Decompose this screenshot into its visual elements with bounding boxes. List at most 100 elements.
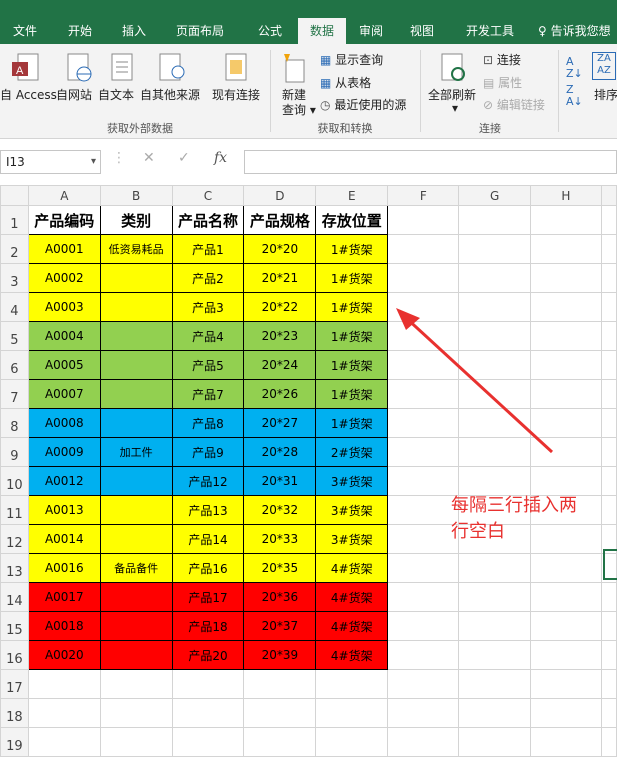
insert-function-icon[interactable]: fx: [214, 150, 227, 166]
cell[interactable]: [387, 263, 460, 293]
row-header[interactable]: 8: [0, 408, 29, 438]
column-header[interactable]: D: [243, 185, 317, 206]
cell[interactable]: A0013: [27, 495, 101, 525]
cell[interactable]: 3#货架: [315, 495, 389, 525]
column-header[interactable]: [601, 185, 617, 206]
cell[interactable]: [601, 263, 617, 293]
column-header[interactable]: H: [529, 185, 603, 206]
cell[interactable]: 20*37: [243, 611, 317, 641]
row-header[interactable]: 13: [0, 553, 29, 583]
cell[interactable]: [387, 524, 460, 554]
cell[interactable]: [99, 582, 173, 612]
from-text-button[interactable]: 自文本: [98, 86, 134, 103]
cell[interactable]: [529, 466, 603, 496]
tab-file[interactable]: 文件: [0, 18, 50, 44]
cell[interactable]: [99, 669, 173, 699]
cell[interactable]: [315, 669, 389, 699]
select-all-corner[interactable]: [0, 185, 29, 206]
cell[interactable]: [458, 727, 531, 757]
column-header[interactable]: F: [387, 185, 460, 206]
cell[interactable]: [601, 379, 617, 409]
cell[interactable]: 20*32: [243, 495, 317, 525]
cell[interactable]: A0012: [27, 466, 101, 496]
cell[interactable]: 产品14: [171, 524, 245, 554]
cell[interactable]: [529, 234, 603, 264]
cell[interactable]: 1#货架: [315, 408, 389, 438]
tab-developer[interactable]: 开发工具: [448, 18, 532, 44]
cell[interactable]: A0001: [27, 234, 101, 264]
cell[interactable]: 3#货架: [315, 466, 389, 496]
cell[interactable]: [458, 466, 531, 496]
row-header[interactable]: 7: [0, 379, 29, 409]
cell[interactable]: 1#货架: [315, 292, 389, 322]
cell[interactable]: [458, 582, 531, 612]
from-web-button[interactable]: 自网站: [56, 86, 92, 103]
cell[interactable]: [387, 669, 460, 699]
cell[interactable]: 产品12: [171, 466, 245, 496]
tab-home[interactable]: 开始: [50, 18, 110, 44]
cell[interactable]: A0020: [27, 640, 101, 670]
cell[interactable]: 1#货架: [315, 350, 389, 380]
row-header[interactable]: 9: [0, 437, 29, 467]
cell[interactable]: A0008: [27, 408, 101, 438]
cell[interactable]: 4#货架: [315, 582, 389, 612]
cell[interactable]: 20*23: [243, 321, 317, 351]
cell[interactable]: [601, 466, 617, 496]
row-header[interactable]: 16: [0, 640, 29, 670]
cell[interactable]: [99, 698, 173, 728]
cell[interactable]: 4#货架: [315, 640, 389, 670]
sort-descending-icon[interactable]: Z A↓: [566, 84, 583, 108]
cell[interactable]: [99, 292, 173, 322]
cell[interactable]: [458, 640, 531, 670]
cell[interactable]: [601, 350, 617, 380]
cell[interactable]: 产品16: [171, 553, 245, 583]
cell[interactable]: 20*28: [243, 437, 317, 467]
cell[interactable]: [99, 263, 173, 293]
cell[interactable]: 1#货架: [315, 234, 389, 264]
column-header[interactable]: A: [27, 185, 101, 206]
cell[interactable]: [458, 669, 531, 699]
cell[interactable]: [601, 495, 617, 525]
cell[interactable]: [387, 640, 460, 670]
header-cell[interactable]: 产品名称: [171, 205, 245, 235]
cell[interactable]: 2#货架: [315, 437, 389, 467]
tab-page-layout[interactable]: 页面布局: [158, 18, 242, 44]
cell[interactable]: 产品2: [171, 263, 245, 293]
cell[interactable]: [27, 669, 101, 699]
cell[interactable]: [387, 582, 460, 612]
cell[interactable]: 20*20: [243, 234, 317, 264]
cell[interactable]: [529, 669, 603, 699]
cell[interactable]: [529, 205, 603, 235]
cell[interactable]: [387, 495, 460, 525]
cell[interactable]: [529, 727, 603, 757]
row-header[interactable]: 15: [0, 611, 29, 641]
sort-button[interactable]: 排序: [594, 86, 617, 103]
cell[interactable]: [99, 640, 173, 670]
cell[interactable]: 1#货架: [315, 321, 389, 351]
properties-button[interactable]: ▤ 属性: [483, 74, 522, 91]
cell[interactable]: [529, 582, 603, 612]
cell[interactable]: A0014: [27, 524, 101, 554]
cell[interactable]: 1#货架: [315, 379, 389, 409]
column-header[interactable]: G: [458, 185, 531, 206]
from-table-button[interactable]: ▦ 从表格: [320, 74, 371, 91]
cell[interactable]: 1#货架: [315, 263, 389, 293]
connections-button[interactable]: ⊡ 连接: [483, 51, 521, 68]
recent-sources-button[interactable]: ◷ 最近使用的源: [320, 96, 406, 113]
cell[interactable]: [601, 727, 617, 757]
tab-review[interactable]: 审阅: [346, 18, 396, 44]
cell[interactable]: [243, 727, 317, 757]
cell[interactable]: [99, 321, 173, 351]
cell[interactable]: 产品8: [171, 408, 245, 438]
cell[interactable]: 产品13: [171, 495, 245, 525]
tab-data[interactable]: 数据: [298, 18, 346, 44]
cell[interactable]: A0009: [27, 437, 101, 467]
edit-links-button[interactable]: ⊘ 编辑链接: [483, 96, 545, 113]
cell[interactable]: A0017: [27, 582, 101, 612]
cell[interactable]: [387, 553, 460, 583]
row-header[interactable]: 3: [0, 263, 29, 293]
cell[interactable]: 4#货架: [315, 611, 389, 641]
cell[interactable]: [99, 350, 173, 380]
cell[interactable]: [529, 263, 603, 293]
cell[interactable]: [99, 379, 173, 409]
